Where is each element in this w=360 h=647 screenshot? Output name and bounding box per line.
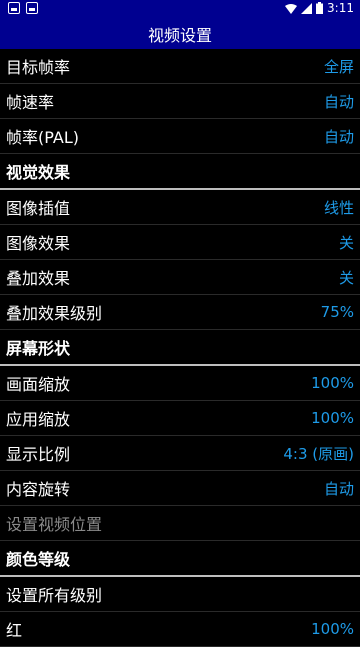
setting-label: 图像效果 xyxy=(6,234,71,253)
image-icon xyxy=(8,2,20,14)
page-title: 视频设置 xyxy=(147,25,212,45)
setting-aspect-ratio[interactable]: 显示比例 4:3 (原画) xyxy=(0,436,360,471)
setting-set-all-levels[interactable]: 设置所有级别 xyxy=(0,577,360,612)
section-color-levels: 颜色等级 xyxy=(0,541,360,577)
setting-label: 图像插值 xyxy=(6,199,71,218)
setting-target-framerate[interactable]: 目标帧率 全屏 xyxy=(0,49,360,84)
setting-image-interpolation[interactable]: 图像插值 线性 xyxy=(0,190,360,225)
setting-value: 线性 xyxy=(323,198,354,217)
setting-label: 画面缩放 xyxy=(6,375,71,394)
setting-overlay-level[interactable]: 叠加效果级别 75% xyxy=(0,295,360,330)
status-bar: 3:11 xyxy=(0,0,360,18)
setting-video-position: 设置视频位置 xyxy=(0,506,360,541)
signal-icon xyxy=(301,2,313,14)
section-label: 屏幕形状 xyxy=(6,339,71,358)
setting-value: 全屏 xyxy=(323,57,354,76)
setting-label: 红 xyxy=(6,621,23,640)
setting-framerate-pal[interactable]: 帧率(PAL) 自动 xyxy=(0,119,360,154)
setting-content-rotation[interactable]: 内容旋转 自动 xyxy=(0,471,360,506)
settings-list[interactable]: 目标帧率 全屏 帧速率 自动 帧率(PAL) 自动 视觉效果 图像插值 线性 图像效果关叠加效果关… xyxy=(0,49,360,647)
section-label: 颜色等级 xyxy=(6,550,71,569)
section-label: 视觉效果 xyxy=(6,163,71,182)
battery-icon xyxy=(316,2,324,14)
status-right: 3:11 xyxy=(285,1,354,15)
setting-value: 100% xyxy=(311,374,354,392)
setting-value: 关 xyxy=(338,268,354,287)
setting-image-effect[interactable]: 图像效果 关 xyxy=(0,225,360,260)
clock: 3:11 xyxy=(327,1,354,15)
setting-value: 自动 xyxy=(323,479,354,498)
app-bar: 视频设置 xyxy=(0,18,360,49)
setting-label: 设置视频位置 xyxy=(6,515,103,534)
setting-label: 设置所有级别 xyxy=(6,586,103,605)
setting-value: 75% xyxy=(320,303,354,321)
setting-label: 内容旋转 xyxy=(6,480,71,499)
setting-label: 应用缩放 xyxy=(6,410,71,429)
setting-value: 关 xyxy=(338,233,354,252)
wifi-icon xyxy=(285,3,298,14)
setting-overlay-effect[interactable]: 叠加效果 关 xyxy=(0,260,360,295)
setting-red-level[interactable]: 红 100% xyxy=(0,612,360,647)
setting-value: 100% xyxy=(311,620,354,638)
section-screen-shape: 屏幕形状 xyxy=(0,330,360,366)
setting-label: 帧速率 xyxy=(6,93,55,112)
setting-frame-scale[interactable]: 画面缩放 100% xyxy=(0,366,360,401)
text-icon xyxy=(26,2,38,14)
setting-value: 4:3 (原画) xyxy=(283,444,354,463)
setting-value: 自动 xyxy=(323,127,354,146)
setting-label: 目标帧率 xyxy=(6,58,71,77)
setting-value: 100% xyxy=(311,409,354,427)
setting-app-scale[interactable]: 应用缩放 100% xyxy=(0,401,360,436)
status-left xyxy=(8,2,38,14)
setting-label: 帧率(PAL) xyxy=(6,128,79,147)
section-visual-effects: 视觉效果 xyxy=(0,154,360,190)
setting-frame-speed[interactable]: 帧速率 自动 xyxy=(0,84,360,119)
setting-label: 叠加效果级别 xyxy=(6,304,103,323)
setting-label: 叠加效果 xyxy=(6,269,71,288)
setting-value: 自动 xyxy=(323,92,354,111)
setting-label: 显示比例 xyxy=(6,445,71,464)
